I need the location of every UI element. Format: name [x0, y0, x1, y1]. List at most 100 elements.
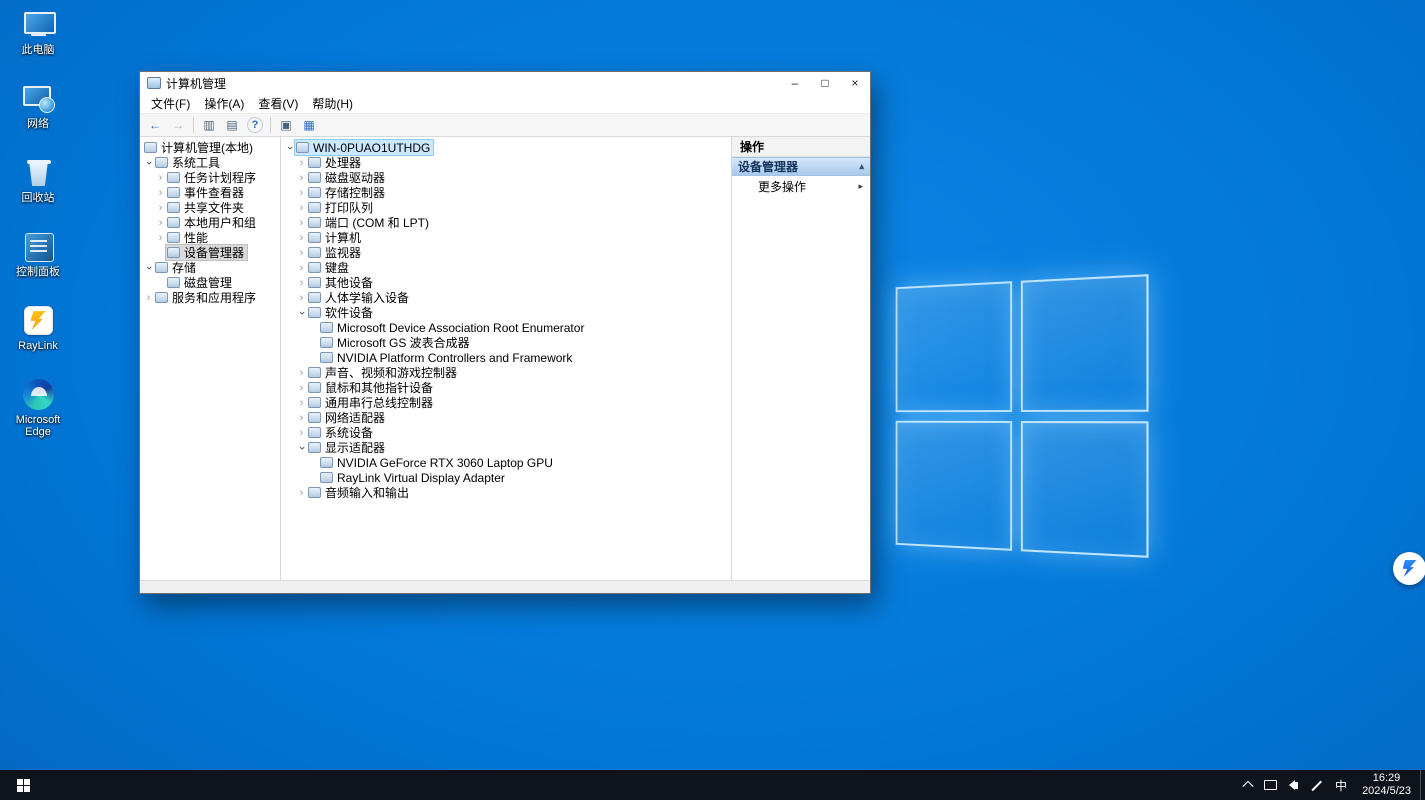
- maximize-button[interactable]: □: [810, 72, 840, 94]
- expand-chevron-icon[interactable]: [296, 247, 307, 259]
- more-actions-item[interactable]: 更多操作 ▸: [732, 176, 870, 197]
- tree-item-disk-management[interactable]: 磁盘管理: [140, 275, 280, 290]
- desktop-icon-recycle-bin[interactable]: 回收站: [6, 156, 70, 204]
- tree-item-shared-folders[interactable]: 共享文件夹: [140, 200, 280, 215]
- minimize-button[interactable]: –: [780, 72, 810, 94]
- device-node-ms-device-association[interactable]: Microsoft Device Association Root Enumer…: [281, 320, 731, 335]
- properties-button[interactable]: ▤: [221, 115, 243, 135]
- device-node-gpu-raylink[interactable]: RayLink Virtual Display Adapter: [281, 470, 731, 485]
- device-node-monitors[interactable]: 监视器: [281, 245, 731, 260]
- device-node-other-devices[interactable]: 其他设备: [281, 275, 731, 290]
- menu-file[interactable]: 文件(F): [144, 95, 197, 112]
- expand-chevron-icon[interactable]: [296, 187, 307, 199]
- device-node-gpu-nvidia[interactable]: NVIDIA GeForce RTX 3060 Laptop GPU: [281, 455, 731, 470]
- expand-chevron-icon[interactable]: [296, 442, 307, 454]
- device-node-computer-root[interactable]: WIN-0PUAO1UTHDG: [281, 140, 731, 155]
- expand-chevron-icon[interactable]: [296, 487, 307, 499]
- expand-chevron-icon[interactable]: [296, 262, 307, 274]
- device-node-mice[interactable]: 鼠标和其他指针设备: [281, 380, 731, 395]
- device-node-system-devices[interactable]: 系统设备: [281, 425, 731, 440]
- expand-chevron-icon[interactable]: [155, 232, 166, 244]
- menu-action[interactable]: 操作(A): [197, 95, 251, 112]
- collapse-chevron-icon[interactable]: ▴: [859, 161, 864, 172]
- expand-chevron-icon[interactable]: [296, 157, 307, 169]
- device-node-processors[interactable]: 处理器: [281, 155, 731, 170]
- expand-chevron-icon[interactable]: [296, 367, 307, 379]
- desktop-icon-label: Microsoft Edge: [6, 414, 70, 438]
- device-node-audio-io[interactable]: 音频输入和输出: [281, 485, 731, 500]
- expand-chevron-icon[interactable]: [296, 412, 307, 424]
- extended-view-button[interactable]: ▣: [275, 115, 297, 135]
- expand-chevron-icon[interactable]: [296, 202, 307, 214]
- desktop-icon-raylink[interactable]: RayLink: [6, 304, 70, 352]
- device-node-print-queues[interactable]: 打印队列: [281, 200, 731, 215]
- toolbar-separator-2[interactable]: [270, 117, 271, 133]
- expand-chevron-icon[interactable]: [155, 187, 166, 199]
- expand-chevron-icon[interactable]: [296, 172, 307, 184]
- expand-chevron-icon[interactable]: [296, 427, 307, 439]
- tree-item-device-manager[interactable]: 设备管理器: [140, 245, 280, 260]
- expand-chevron-icon[interactable]: [296, 397, 307, 409]
- expand-chevron-icon[interactable]: [296, 277, 307, 289]
- action-section-device-manager[interactable]: 设备管理器 ▴: [732, 157, 870, 176]
- device-node-usb-controllers[interactable]: 通用串行总线控制器: [281, 395, 731, 410]
- device-node-hid[interactable]: 人体学输入设备: [281, 290, 731, 305]
- desktop-icon-control-panel[interactable]: 控制面板: [6, 230, 70, 278]
- tree-item-services-apps[interactable]: 服务和应用程序: [140, 290, 280, 305]
- tree-item-performance[interactable]: 性能: [140, 230, 280, 245]
- help-button[interactable]: ?: [247, 117, 263, 133]
- device-node-network-adapters[interactable]: 网络适配器: [281, 410, 731, 425]
- desktop-icon-edge[interactable]: Microsoft Edge: [6, 378, 70, 438]
- menu-view[interactable]: 查看(V): [251, 95, 305, 112]
- device-node-storage-controllers[interactable]: 存储控制器: [281, 185, 731, 200]
- expand-chevron-icon[interactable]: [296, 232, 307, 244]
- tree-item-event-viewer[interactable]: 事件查看器: [140, 185, 280, 200]
- expand-chevron-icon[interactable]: [143, 157, 154, 169]
- expand-chevron-icon[interactable]: [296, 217, 307, 229]
- forward-button[interactable]: →: [167, 115, 189, 135]
- tray-volume-button[interactable]: [1283, 770, 1304, 800]
- tree-item-storage[interactable]: 存储: [140, 260, 280, 275]
- desktop-icon-network[interactable]: 网络: [6, 82, 70, 130]
- device-node-keyboards[interactable]: 键盘: [281, 260, 731, 275]
- expand-chevron-icon[interactable]: [284, 142, 295, 154]
- tray-display-button[interactable]: [1258, 770, 1283, 800]
- expand-chevron-icon[interactable]: [296, 307, 307, 319]
- expand-chevron-icon[interactable]: [155, 172, 166, 184]
- show-desktop-button[interactable]: [1420, 770, 1425, 800]
- back-button[interactable]: ←: [144, 115, 166, 135]
- device-item-content: 软件设备: [307, 305, 376, 320]
- title-bar[interactable]: 计算机管理 – □ ×: [140, 72, 870, 94]
- control-panel-icon: [22, 230, 55, 263]
- tree-item-local-users-groups[interactable]: 本地用户和组: [140, 215, 280, 230]
- toolbar-separator-1[interactable]: [193, 117, 194, 133]
- expand-chevron-icon[interactable]: [143, 262, 154, 274]
- device-node-display-adapters[interactable]: 显示适配器: [281, 440, 731, 455]
- expand-chevron-icon[interactable]: [155, 202, 166, 214]
- device-node-disk-drives[interactable]: 磁盘驱动器: [281, 170, 731, 185]
- raylink-floating-ball[interactable]: [1393, 552, 1425, 585]
- taskbar-clock[interactable]: 16:29 2024/5/23: [1353, 770, 1420, 800]
- expand-chevron-icon[interactable]: [296, 292, 307, 304]
- expand-chevron-icon[interactable]: [143, 292, 154, 304]
- tree-item-system-tools[interactable]: 系统工具: [140, 155, 280, 170]
- tree-item-console-root[interactable]: 计算机管理(本地): [140, 140, 280, 155]
- show-console-tree-button[interactable]: ▥: [198, 115, 220, 135]
- device-node-sound-video-game[interactable]: 声音、视频和游戏控制器: [281, 365, 731, 380]
- tree-item-task-scheduler[interactable]: 任务计划程序: [140, 170, 280, 185]
- device-node-nvidia-platform[interactable]: NVIDIA Platform Controllers and Framewor…: [281, 350, 731, 365]
- expand-chevron-icon[interactable]: [155, 217, 166, 229]
- expand-chevron-icon[interactable]: [296, 382, 307, 394]
- device-node-computer[interactable]: 计算机: [281, 230, 731, 245]
- device-node-software-devices[interactable]: 软件设备: [281, 305, 731, 320]
- menu-help[interactable]: 帮助(H): [305, 95, 360, 112]
- device-node-ms-gs-synth[interactable]: Microsoft GS 波表合成器: [281, 335, 731, 350]
- close-button[interactable]: ×: [840, 72, 870, 94]
- start-button[interactable]: [0, 770, 46, 800]
- remote-monitor-button[interactable]: ▦: [298, 115, 320, 135]
- tray-pen-button[interactable]: [1304, 770, 1329, 800]
- desktop-icon-this-pc[interactable]: 此电脑: [6, 8, 70, 56]
- ime-indicator[interactable]: 中: [1329, 770, 1353, 800]
- device-node-ports[interactable]: 端口 (COM 和 LPT): [281, 215, 731, 230]
- tray-expand-button[interactable]: [1238, 770, 1258, 800]
